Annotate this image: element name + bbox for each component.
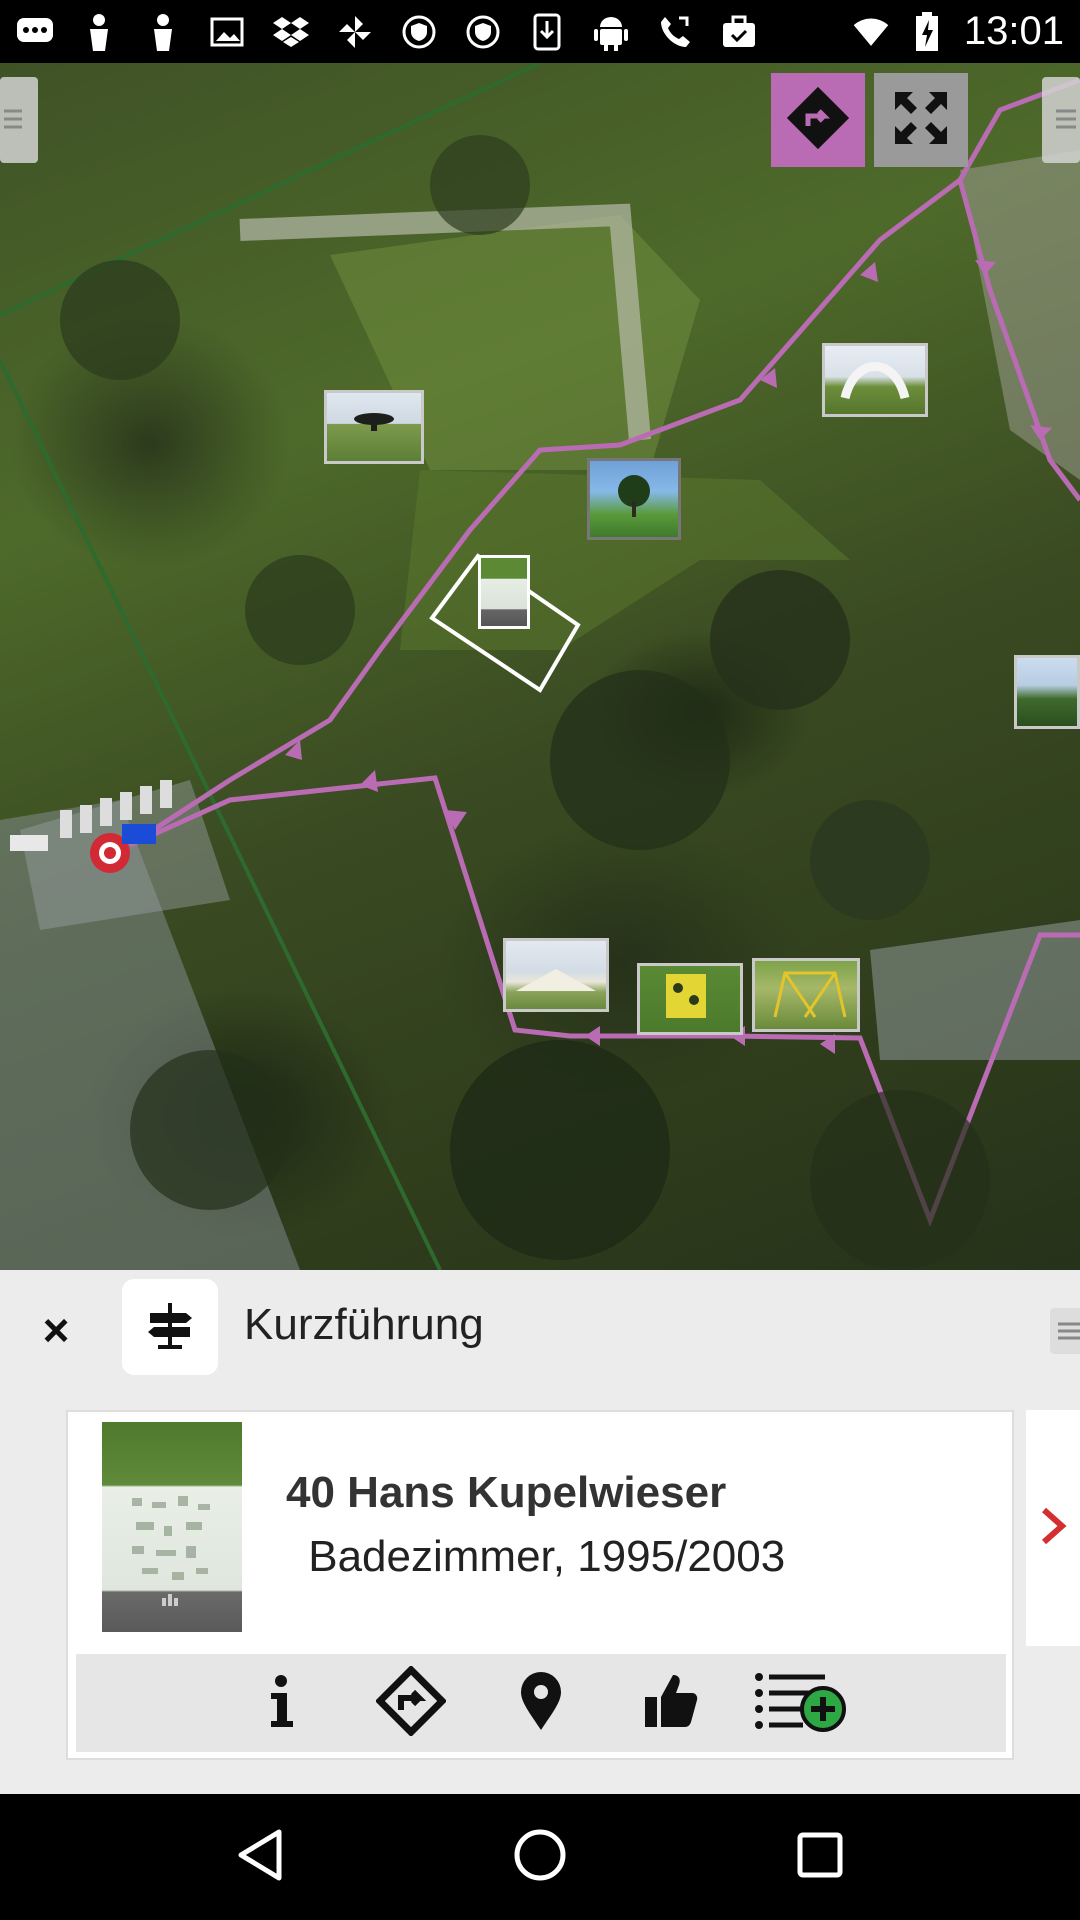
android-icon	[592, 13, 630, 51]
artwork-thumbnail[interactable]	[478, 555, 530, 629]
recents-button[interactable]	[780, 1817, 860, 1897]
image-icon	[208, 13, 246, 51]
like-button[interactable]	[635, 1667, 707, 1739]
left-drawer-handle[interactable]	[0, 77, 38, 163]
pinwheel-icon	[336, 13, 374, 51]
artwork-image	[102, 1422, 242, 1632]
card-action-bar	[76, 1654, 1006, 1752]
fullscreen-button[interactable]	[874, 73, 968, 167]
recents-icon	[796, 1831, 844, 1884]
briefcase-icon	[720, 13, 758, 51]
info-button[interactable]	[245, 1667, 317, 1739]
thumbs-up-icon	[641, 1671, 701, 1736]
expand-icon	[891, 88, 951, 153]
right-drawer-handle[interactable]	[1042, 77, 1080, 163]
person-icon	[80, 13, 118, 51]
artwork-thumbnail[interactable]	[587, 458, 681, 540]
map-view[interactable]	[0, 63, 1080, 1270]
artwork-title: 40 Hans Kupelwieser	[286, 1468, 727, 1517]
back-icon	[235, 1828, 285, 1887]
info-icon	[261, 1673, 301, 1734]
shield-icon	[464, 13, 502, 51]
phone-icon	[656, 13, 694, 51]
artwork-card[interactable]: 40 Hans Kupelwieser Badezimmer, 1995/200…	[66, 1410, 1014, 1760]
location-pin-icon	[519, 1670, 563, 1737]
panel-menu-handle[interactable]	[1050, 1308, 1080, 1354]
artwork-thumbnail[interactable]	[822, 343, 928, 417]
close-icon: ×	[42, 1304, 70, 1356]
navigation-bar	[0, 1794, 1080, 1920]
close-button[interactable]: ×	[30, 1304, 82, 1356]
route-icon	[374, 1664, 448, 1741]
artwork-thumbnail[interactable]	[1014, 655, 1080, 729]
status-bar: 13:01	[0, 0, 1080, 63]
message-icon	[16, 13, 54, 51]
download-icon	[528, 13, 566, 51]
artwork-thumbnail[interactable]	[503, 938, 609, 1012]
shield-icon	[400, 13, 438, 51]
add-to-list-button[interactable]	[755, 1667, 846, 1739]
chevron-right-icon	[1038, 1506, 1068, 1551]
artwork-subtitle: Badezimmer, 1995/2003	[296, 1532, 786, 1581]
route-to-button[interactable]	[374, 1664, 448, 1741]
person-icon	[144, 13, 182, 51]
dropbox-icon	[272, 13, 310, 51]
artwork-thumbnail[interactable]	[324, 390, 424, 464]
next-artwork-button[interactable]	[1026, 1410, 1080, 1646]
back-button[interactable]	[220, 1817, 300, 1897]
map-overlay	[0, 63, 1080, 1270]
screen: 13:01 × Kurzführung 40 Hans Kupelwieser …	[0, 0, 1080, 1920]
tour-header: × Kurzführung	[0, 1270, 1080, 1386]
tour-panel: × Kurzführung 40 Hans Kupelwieser Badezi…	[0, 1270, 1080, 1794]
clock: 13:01	[963, 9, 1064, 53]
home-icon	[512, 1827, 568, 1888]
tour-title: Kurzführung	[244, 1300, 484, 1349]
signpost-icon	[144, 1299, 196, 1356]
battery-charging-icon	[908, 11, 946, 51]
home-button[interactable]	[500, 1817, 580, 1897]
artwork-thumbnail[interactable]	[637, 963, 743, 1035]
tour-type-button[interactable]	[122, 1279, 218, 1375]
route-button[interactable]	[771, 73, 865, 167]
show-on-map-button[interactable]	[505, 1667, 577, 1739]
add-to-list-icon	[753, 1669, 849, 1738]
artwork-thumbnail[interactable]	[752, 958, 860, 1032]
wifi-icon	[852, 13, 890, 51]
route-icon	[786, 86, 850, 155]
